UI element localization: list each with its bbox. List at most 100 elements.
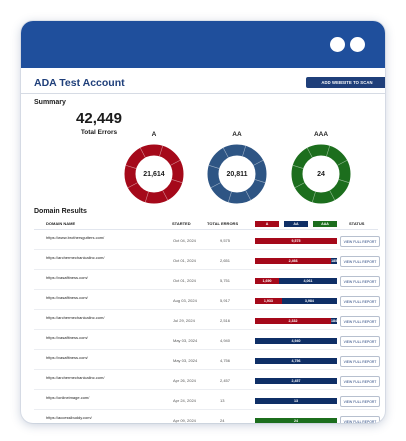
view-full-report-button[interactable]: VIEW FULL REPORT xyxy=(340,356,380,367)
error-breakdown-bar: 2,457 xyxy=(255,378,337,384)
bar-segment-aa: 4,061 xyxy=(279,278,337,284)
donut-title: A xyxy=(151,131,157,138)
table-row: https://vasafitness.com/May 03, 2024 4,94… xyxy=(34,330,380,350)
bar-segment-a: 2,466 xyxy=(255,258,332,264)
view-full-report-button[interactable]: VIEW FULL REPORT xyxy=(340,296,380,307)
view-full-report-button[interactable]: VIEW FULL REPORT xyxy=(340,256,380,267)
title-bar xyxy=(21,21,385,68)
table-body: https://www.brothersgutters.com/Oct 04, … xyxy=(34,230,380,423)
donut-title: AAA xyxy=(313,131,329,138)
domain-name: https://www.brothersgutters.com/ xyxy=(46,235,105,240)
window-dot-icon xyxy=(330,37,345,52)
donut-value: 24 xyxy=(317,170,325,178)
table-row: https://archermechanicalinc.com/Apr 26, … xyxy=(34,370,380,390)
domain-results-heading: Domain Results xyxy=(34,208,87,215)
error-breakdown-bar: 1,690 4,061 xyxy=(255,278,337,284)
total-errors-value: 42,449 xyxy=(76,110,122,127)
table-row: https://vasafitness.com/Aug 03, 2024 5,91… xyxy=(34,290,380,310)
started-date: Oct 04, 2024 xyxy=(173,238,196,243)
donut-value: 21,614 xyxy=(143,170,165,178)
error-breakdown-bar: 24 xyxy=(255,418,337,423)
total-errors: 2,457 xyxy=(220,378,231,383)
started-date: Jul 29, 2024 xyxy=(173,318,195,323)
view-full-report-button[interactable]: VIEW FULL REPORT xyxy=(340,316,380,327)
error-breakdown-bar: 1,933 3,984 xyxy=(255,298,337,304)
view-full-report-button[interactable]: VIEW FULL REPORT xyxy=(340,416,380,423)
view-full-report-button[interactable]: VIEW FULL REPORT xyxy=(340,376,380,387)
domain-name: https://vasafitness.com/ xyxy=(46,295,88,300)
error-breakdown-bar: 4,940 xyxy=(255,338,337,344)
started-date: Oct 01, 2024 xyxy=(173,278,196,283)
account-title: ADA Test Account xyxy=(34,77,125,89)
total-errors: 5,751 xyxy=(220,278,231,283)
col-started: STARTED xyxy=(172,221,191,226)
started-date: Oct 01, 2024 xyxy=(173,258,196,263)
view-full-report-button[interactable]: VIEW FULL REPORT xyxy=(340,276,380,287)
bar-segment-a: 1,690 xyxy=(255,278,280,284)
total-errors: 2,651 xyxy=(220,258,231,263)
donut-title: AA xyxy=(232,131,242,138)
error-breakdown-bar: 9,575 xyxy=(255,238,337,244)
started-date: Apr 26, 2024 xyxy=(173,378,196,383)
started-date: Apr 24, 2024 xyxy=(173,398,196,403)
error-breakdown-bar: 2,332 184 xyxy=(255,318,337,324)
view-full-report-button[interactable]: VIEW FULL REPORT xyxy=(340,336,380,347)
total-errors: 5,917 xyxy=(220,298,231,303)
bar-segment-aa: 4,756 xyxy=(255,358,337,364)
total-errors: 4,940 xyxy=(220,338,231,343)
bar-segment-aa: 185 xyxy=(331,258,337,264)
domain-name: https://archermechanicalinc.com/ xyxy=(46,315,105,320)
total-errors: 13 xyxy=(220,398,225,403)
domain-name: https://accessibuddy.com/ xyxy=(46,415,92,420)
legend-aa: AA xyxy=(284,221,308,227)
bar-segment-aa: 2,457 xyxy=(255,378,337,384)
table-row: https://vasafitness.com/May 03, 2024 4,75… xyxy=(34,350,380,370)
bar-segment-aa: 184 xyxy=(331,318,337,324)
bar-segment-aaa: 24 xyxy=(255,418,337,423)
table-row: https://accessibuddy.com/Apr 09, 2024 24 2… xyxy=(34,410,380,423)
bar-segment-aa: 13 xyxy=(255,398,337,404)
total-errors: 4,756 xyxy=(220,358,231,363)
bar-segment-a: 2,332 xyxy=(255,318,331,324)
bar-segment-aa: 4,940 xyxy=(255,338,337,344)
error-breakdown-bar: 2,466 185 xyxy=(255,258,337,264)
bar-segment-a: 1,933 xyxy=(255,298,282,304)
total-errors: 9,575 xyxy=(220,238,231,243)
domain-results-table: DOMAIN NAME STARTED TOTAL ERRORS A AA AA… xyxy=(34,218,380,423)
col-status: STATUS xyxy=(349,221,365,226)
domain-name: https://vasafitness.com/ xyxy=(46,275,88,280)
legend-aaa: AAA xyxy=(313,221,337,227)
started-date: May 03, 2024 xyxy=(173,358,198,363)
app-window: ADA Test Account ADD WEBSITE TO SCAN Sum… xyxy=(21,21,385,423)
table-row: https://onlineimage.com/Apr 24, 2024 13 13… xyxy=(34,390,380,410)
bar-segment-a: 9,575 xyxy=(255,238,337,244)
donut-value: 20,811 xyxy=(226,170,248,178)
table-row: https://archermechanicalinc.com/Jul 29, … xyxy=(34,310,380,330)
domain-name: https://vasafitness.com/ xyxy=(46,335,88,340)
started-date: Aug 03, 2024 xyxy=(173,298,197,303)
total-errors: 2,516 xyxy=(220,318,231,323)
started-date: Apr 09, 2024 xyxy=(173,418,196,423)
error-breakdown-bar: 4,756 xyxy=(255,358,337,364)
legend-a: A xyxy=(255,221,279,227)
header-divider xyxy=(21,93,385,94)
domain-name: https://archermechanicalinc.com/ xyxy=(46,255,105,260)
add-website-button[interactable]: ADD WEBSITE TO SCAN xyxy=(306,77,385,88)
domain-name: https://archermechanicalinc.com/ xyxy=(46,375,105,380)
domain-name: https://vasafitness.com/ xyxy=(46,355,88,360)
table-row: https://vasafitness.com/Oct 01, 2024 5,75… xyxy=(34,270,380,290)
col-domain-name: DOMAIN NAME xyxy=(46,221,76,226)
total-errors: 24 xyxy=(220,418,225,423)
error-breakdown-bar: 13 xyxy=(255,398,337,404)
table-row: https://archermechanicalinc.com/Oct 01, … xyxy=(34,250,380,270)
started-date: May 03, 2024 xyxy=(173,338,198,343)
summary-heading: Summary xyxy=(34,99,66,106)
window-dot-icon xyxy=(350,37,365,52)
view-full-report-button[interactable]: VIEW FULL REPORT xyxy=(340,236,380,247)
view-full-report-button[interactable]: VIEW FULL REPORT xyxy=(340,396,380,407)
col-total-errors: TOTAL ERRORS xyxy=(207,221,239,226)
bar-segment-aa: 3,984 xyxy=(281,298,337,304)
domain-name: https://onlineimage.com/ xyxy=(46,395,90,400)
table-row: https://www.brothersgutters.com/Oct 04, … xyxy=(34,230,380,250)
table-header: DOMAIN NAME STARTED TOTAL ERRORS A AA AA… xyxy=(34,218,378,230)
